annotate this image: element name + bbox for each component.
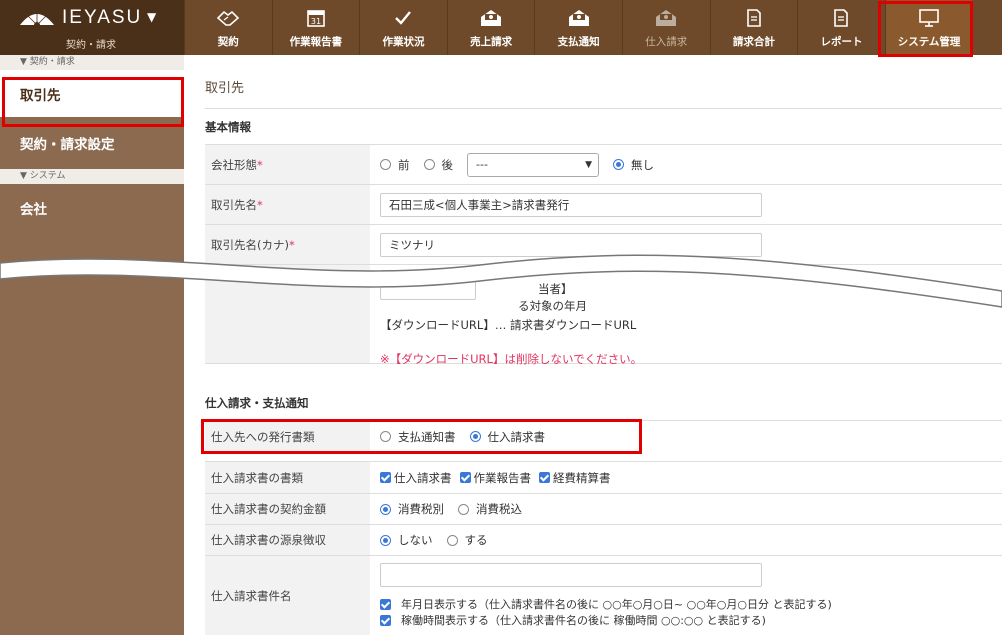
- field-label: 仕入先への発行書類: [205, 421, 370, 452]
- subject-input[interactable]: [380, 563, 762, 587]
- page-title: 取引先: [205, 81, 245, 96]
- top-navigation-bar: IEYASU ▼ 契約・請求 契約 31 作業報告書 作業状況 売上請求 支払通…: [0, 0, 1002, 55]
- sidebar-item-contract-settings[interactable]: 契約・請求設定: [0, 117, 184, 169]
- app-window: IEYASU ▼ 契約・請求 契約 31 作業報告書 作業状況 売上請求 支払通…: [0, 0, 1002, 635]
- row-company-type: 会社形態 * 前 後 --- ▼ 無し: [205, 144, 1002, 184]
- radio-withhold-no[interactable]: しない: [380, 532, 433, 548]
- caret-down-icon: ▼: [147, 10, 157, 24]
- document-icon: [747, 9, 761, 27]
- field-label: 会社形態 *: [205, 145, 370, 184]
- radio-icon: [380, 503, 391, 515]
- radio-icon: [380, 431, 391, 442]
- radio-icon: [380, 159, 391, 170]
- checkbox-work-report[interactable]: 作業報告書: [459, 470, 531, 486]
- field-label: 仕入請求書の源泉徴収: [205, 525, 370, 555]
- sidebar-section-system: ▼ システム: [0, 169, 184, 184]
- section-title-basic: 基本情報: [205, 120, 251, 134]
- page-break-wave: [0, 254, 1002, 308]
- monitor-icon: [919, 9, 939, 27]
- field-label: 仕入請求書の契約金額: [205, 494, 370, 524]
- brand-name: IEYASU: [62, 7, 143, 28]
- nav-report[interactable]: レポート: [797, 0, 885, 55]
- handshake-icon: [217, 10, 240, 26]
- company-type-select[interactable]: --- ▼: [467, 152, 599, 177]
- checkbox-expense[interactable]: 経費精算書: [539, 470, 611, 486]
- checkbox-icon: [380, 472, 391, 483]
- radio-payment-notice[interactable]: 支払通知書: [380, 429, 456, 445]
- help-text-download: 【ダウンロードURL】… 請求書ダウンロードURL: [380, 318, 637, 332]
- section-title-purchase: 仕入請求・支払通知: [205, 396, 309, 410]
- document-icon: [834, 9, 849, 27]
- checkbox-icon: [539, 472, 550, 483]
- main-content: 取引先 基本情報 会社形態 * 前 後 --- ▼ 無し 取引先名 * 石田三成<個人…: [184, 55, 1002, 635]
- radio-tax-excluded[interactable]: 消費税別: [380, 501, 444, 517]
- nav-system-admin[interactable]: システム管理: [884, 0, 973, 55]
- nav-label: 支払通知: [557, 36, 600, 48]
- sidebar-item-clients[interactable]: 取引先: [0, 70, 184, 117]
- check-icon: [395, 11, 412, 25]
- sidebar-item-company[interactable]: 会社: [0, 184, 184, 232]
- checkbox-icon: [459, 472, 471, 483]
- calendar-day: 31: [311, 17, 321, 26]
- chevron-down-icon: ▼: [585, 159, 592, 170]
- nav-purchase-invoice[interactable]: 仕入請求: [621, 0, 710, 55]
- radio-icon: [458, 503, 469, 515]
- nav-contract[interactable]: 契約: [184, 0, 272, 55]
- nav-label: システム管理: [897, 36, 961, 48]
- radio-icon: [469, 431, 481, 442]
- nav-payment-notice[interactable]: 支払通知: [534, 0, 622, 55]
- nav-label: 売上請求: [470, 36, 513, 48]
- brand-subtitle: 契約・請求: [66, 40, 116, 51]
- row-client-name: 取引先名 * 石田三成<個人事業主>請求書発行: [205, 184, 1002, 224]
- row-docs: 仕入請求書の書類 仕入請求書 作業報告書 経費精算書: [205, 461, 1002, 493]
- warning-text: ※【ダウンロードURL】は削除しないでください。: [380, 352, 643, 366]
- sidebar: ▼ 契約・請求 取引先 契約・請求設定 ▼ システム 会社: [0, 55, 184, 635]
- radio-icon: [613, 159, 624, 170]
- radio-before[interactable]: 前: [380, 157, 410, 173]
- nav-invoice-total[interactable]: 請求合計: [709, 0, 798, 55]
- row-subject: 仕入請求書件名 年月日表示する（仕入請求書件名の後に ○○年○月○日~ ○○年○…: [205, 555, 1002, 635]
- checkbox-icon: [380, 598, 391, 610]
- row-withholding: 仕入請求書の源泉徴収 しない する: [205, 524, 1002, 555]
- radio-icon: [446, 534, 458, 546]
- radio-withhold-yes[interactable]: する: [446, 532, 488, 548]
- radio-none[interactable]: 無し: [613, 157, 654, 173]
- radio-tax-included[interactable]: 消費税込: [458, 501, 522, 517]
- checkbox-icon: [380, 614, 391, 626]
- nav-label: レポート: [820, 36, 863, 48]
- money-envelope-icon: [568, 10, 589, 26]
- checkbox-show-date[interactable]: 年月日表示する（仕入請求書件名の後に ○○年○月○日~ ○○年○月○日分 と表記…: [380, 596, 832, 612]
- radio-after[interactable]: 後: [423, 157, 453, 173]
- radio-icon: [380, 534, 391, 546]
- brand-menu[interactable]: IEYASU ▼ 契約・請求: [0, 0, 184, 55]
- field-label: 取引先名 *: [205, 185, 370, 224]
- nav-sales-invoice[interactable]: 売上請求: [446, 0, 535, 55]
- radio-purchase-invoice[interactable]: 仕入請求書: [469, 429, 545, 445]
- nav-label: 作業報告書: [289, 36, 343, 48]
- money-envelope-icon: [481, 10, 502, 26]
- nav-label: 作業状況: [382, 36, 425, 48]
- nav-label: 契約: [217, 36, 239, 48]
- main-nav: 契約 31 作業報告書 作業状況 売上請求 支払通知 仕入請求 請求合計 レポー…: [184, 0, 973, 55]
- divider: [205, 108, 1002, 109]
- checkbox-purchase-invoice[interactable]: 仕入請求書: [380, 470, 452, 486]
- nav-label: 請求合計: [732, 36, 775, 48]
- field-label: 仕入請求書件名: [205, 556, 370, 635]
- nav-work-status[interactable]: 作業状況: [359, 0, 447, 55]
- client-name-input[interactable]: 石田三成<個人事業主>請求書発行: [380, 192, 762, 217]
- sidebar-section-contract: ▼ 契約・請求: [0, 55, 184, 70]
- fan-logo-icon: [20, 11, 54, 28]
- row-amount: 仕入請求書の契約金額 消費税別 消費税込: [205, 493, 1002, 524]
- money-envelope-icon: [656, 10, 677, 26]
- nav-label: 仕入請求: [645, 36, 688, 48]
- company-type-options: 前 後 --- ▼ 無し: [370, 145, 1002, 184]
- row-doc-type: 仕入先への発行書類 支払通知書 仕入請求書: [205, 420, 1002, 452]
- radio-icon: [423, 159, 435, 170]
- field-label: 仕入請求書の書類: [205, 462, 370, 493]
- calendar-icon: 31: [307, 10, 325, 27]
- checkbox-show-hours[interactable]: 稼働時間表示する（仕入請求書件名の後に 稼働時間 ○○:○○ と表記する): [380, 612, 766, 628]
- nav-work-report[interactable]: 31 作業報告書: [271, 0, 360, 55]
